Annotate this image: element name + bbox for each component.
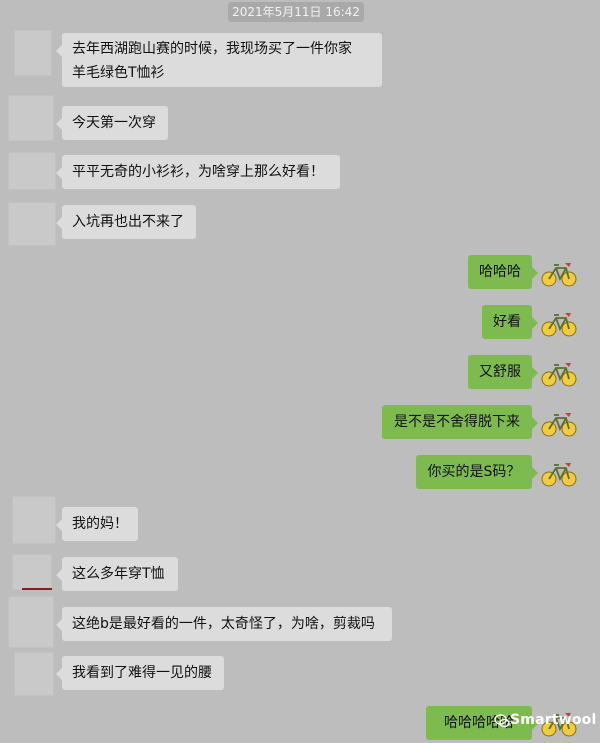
incoming-message: 去年西湖跑山赛的时候，我现场买了一件你家 羊毛绿色T恤衫 [56,33,382,87]
user-avatar[interactable] [540,304,578,342]
outgoing-message: 好看 [482,305,538,339]
incoming-message: 这么多年穿T恤 [56,557,178,591]
user-avatar[interactable] [540,404,578,442]
incoming-message: 我的妈！ [56,507,138,541]
contact-avatar[interactable] [8,596,54,648]
message-timestamp: 2021年5月11日 16:42 [228,2,364,22]
user-avatar[interactable] [540,354,578,392]
incoming-message: 今天第一次穿 [56,106,168,140]
outgoing-message: 你买的是S码？ [416,455,538,489]
contact-avatar[interactable] [8,152,56,190]
bicycle-icon [541,263,577,287]
incoming-message: 这绝b是最好看的一件，太奇怪了，为啥，剪裁吗 [56,607,392,641]
contact-avatar[interactable] [14,30,52,76]
outgoing-message: 又舒服 [468,355,538,389]
contact-avatar[interactable] [12,496,56,544]
chat-window: 2021年5月11日 16:42 去年西湖跑山赛的时候，我现场买了一件你家 羊毛… [0,0,600,743]
bicycle-icon [541,463,577,487]
outgoing-message: 是不是不舍得脱下来 [382,405,538,439]
bicycle-icon [541,413,577,437]
outgoing-message: 哈哈哈 [468,255,538,289]
contact-avatar[interactable] [12,554,52,590]
message-line: 去年西湖跑山赛的时候，我现场买了一件你家 [72,41,352,57]
message-line: 羊毛绿色T恤衫 [72,65,165,81]
contact-avatar[interactable] [14,652,54,696]
contact-avatar[interactable] [8,202,56,246]
bicycle-icon [541,363,577,387]
watermark-text: Smartwool [510,712,597,728]
incoming-message: 入坑再也出不来了 [56,205,196,239]
user-avatar[interactable] [540,254,578,292]
incoming-message: 平平无奇的小衫衫，为啥穿上那么好看！ [56,155,340,189]
wechat-icon [494,714,510,728]
contact-avatar[interactable] [8,95,54,141]
user-avatar[interactable] [540,454,578,492]
incoming-message: 我看到了难得一见的腰 [56,656,224,690]
avatar-accent [22,588,52,590]
bicycle-icon [541,313,577,337]
